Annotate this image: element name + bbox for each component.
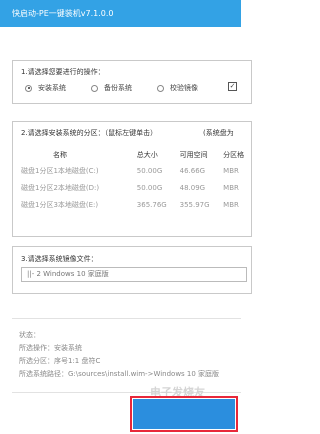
partition-table: 名称 总大小 可用空间 分区格 磁盘1分区1本地磁盘(C:) 50.00G 46… [21, 148, 251, 213]
status-path: 所选系统路径：G:\sources\install.wim->Windows 1… [19, 370, 220, 378]
action-button[interactable] [133, 399, 235, 429]
window-title: 快启动-PE一键装机v7.1.0.0 [12, 9, 114, 18]
table-header: 名称 总大小 可用空间 分区格 [21, 148, 251, 162]
col-total: 总大小 [136, 151, 158, 159]
col-name: 名称 [53, 151, 67, 159]
radio-backup[interactable] [91, 84, 98, 92]
title-bar: 快启动-PE一键装机v7.1.0.0 [0, 0, 241, 27]
col-free: 可用空间 [179, 151, 208, 159]
image-select[interactable]: ||- 2 Windows 10 家庭版 [21, 267, 247, 282]
row1-name: 磁盘1分区1本地磁盘(C:) [21, 166, 99, 175]
status-operation: 所选操作：安装系统 [19, 344, 82, 352]
row1-format: MBR [223, 166, 239, 175]
operation-heading: 1.请选择您要进行的操作： [21, 68, 105, 76]
image-panel: 3.请选择系统镜像文件： ||- 2 Windows 10 家庭版 [12, 246, 252, 294]
row2-free: 48.09G [179, 183, 206, 192]
row2-format: MBR [223, 183, 239, 192]
option-verify-label: 校验镜像 [170, 84, 198, 92]
image-heading: 3.请选择系统镜像文件： [21, 255, 98, 263]
col-format: 分区格 [223, 151, 245, 159]
status-partition: 所选分区：序号1:1 盘符C [19, 357, 101, 365]
status-heading: 状态： [19, 331, 40, 339]
option-verify[interactable]: 校验镜像 [157, 83, 198, 93]
row1-free: 46.66G [179, 166, 206, 175]
table-row[interactable]: 磁盘1分区3本地磁盘(E:) 365.76G 355.97G MBR [21, 196, 251, 213]
table-row[interactable]: 磁盘1分区1本地磁盘(C:) 50.00G 46.66G MBR [21, 162, 251, 179]
row3-format: MBR [223, 200, 239, 209]
status-divider [12, 318, 241, 319]
table-row[interactable]: 磁盘1分区2本地磁盘(D:) 50.00G 48.09G MBR [21, 179, 251, 196]
operation-panel: 1.请选择您要进行的操作： 安装系统 备份系统 校验镜像 ✓ [12, 60, 252, 104]
row2-name: 磁盘1分区2本地磁盘(D:) [21, 183, 100, 192]
option-checkbox[interactable]: ✓ [228, 82, 237, 91]
radio-install[interactable] [25, 84, 32, 92]
partition-panel: 2.请选择安装系统的分区：（鼠标左键单击） (系统盘为 名称 总大小 可用空间 … [12, 121, 252, 237]
row3-free: 355.97G [179, 200, 210, 209]
partition-extra-label: (系统盘为 [203, 129, 234, 137]
row3-total: 365.76G [136, 200, 167, 209]
radio-verify[interactable] [157, 84, 164, 92]
option-install[interactable]: 安装系统 [25, 83, 66, 93]
partition-heading: 2.请选择安装系统的分区：（鼠标左键单击） [21, 129, 158, 137]
row1-total: 50.00G [136, 166, 163, 175]
row2-total: 50.00G [136, 183, 163, 192]
option-install-label: 安装系统 [38, 84, 66, 92]
option-backup-label: 备份系统 [104, 84, 132, 92]
option-backup[interactable]: 备份系统 [91, 83, 132, 93]
row3-name: 磁盘1分区3本地磁盘(E:) [21, 200, 99, 209]
footer-divider [12, 392, 241, 393]
